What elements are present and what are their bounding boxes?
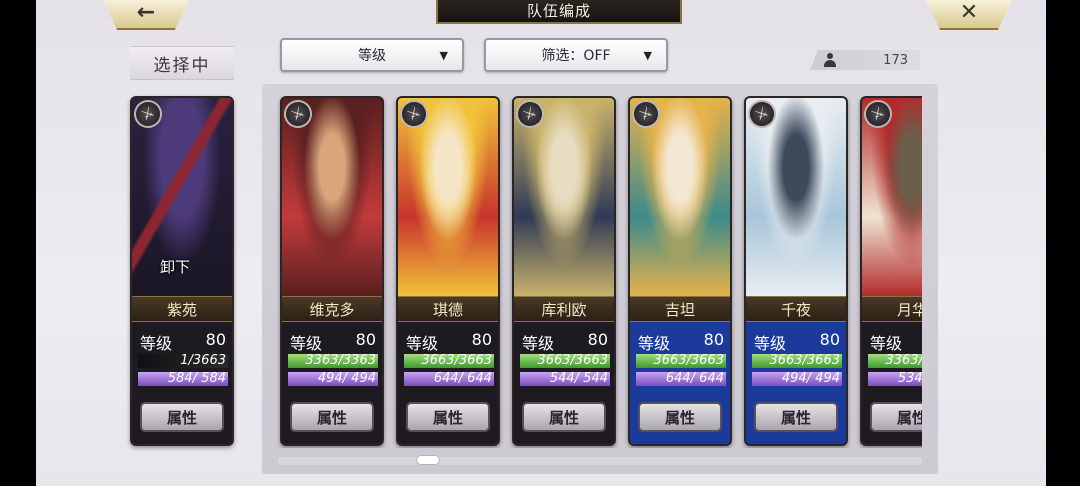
character-name: 吉坦 [630, 296, 730, 322]
selected-character-card[interactable]: ⚔ 卸下 紫苑 等级 80 1/3663 584/ 584 属性 [130, 96, 234, 446]
level-value: 80 [205, 330, 226, 349]
screen-edge-left [0, 0, 36, 486]
attribute-button[interactable]: 属性 [522, 402, 606, 432]
character-portrait [862, 98, 922, 296]
sort-dropdown-value: 等级 [358, 48, 386, 64]
unit-count: 173 [883, 52, 908, 68]
level-value: 80 [471, 330, 492, 349]
level-row: 等级 80 [140, 330, 226, 353]
character-name: 千夜 [746, 296, 846, 322]
level-label: 等级 [522, 334, 555, 353]
level-label: 等级 [140, 334, 173, 353]
top-bar: ← 队伍编成 ✕ [36, 0, 1046, 30]
selecting-label: 选择中 [130, 46, 234, 80]
attribute-button[interactable]: 属性 [870, 402, 922, 432]
character-card[interactable]: ⚔ 吉坦 等级 80 3663/3663 644/ 644 属性 [628, 96, 732, 446]
level-value: 80 [819, 330, 840, 349]
person-icon [824, 53, 836, 67]
attribute-button[interactable]: 属性 [638, 402, 722, 432]
attribute-button[interactable]: 属性 [406, 402, 490, 432]
scroll-thumb[interactable] [416, 455, 440, 465]
attribute-button[interactable]: 属性 [754, 402, 838, 432]
level-value: 80 [587, 330, 608, 349]
character-name: 维克多 [282, 296, 382, 322]
back-arrow-icon: ← [136, 0, 156, 25]
mp-bar: 534/ 534 [868, 372, 922, 386]
attribute-button[interactable]: 属性 [140, 402, 224, 432]
character-stats: 等级 80 3363/3363 494/ 494 属性 [282, 322, 382, 444]
character-list: ⚔ 维克多 等级 80 3363/3363 494/ 494 属性 ⚔ 琪德 等… [276, 96, 922, 448]
horizontal-scrollbar[interactable] [278, 455, 922, 465]
mp-bar: 584/ 584 [138, 372, 228, 386]
level-row: 等级 80 [870, 330, 922, 353]
hp-bar: 3663/3663 [404, 354, 494, 368]
level-row: 等级 80 [638, 330, 724, 353]
character-stats: 等级 80 3663/3663 644/ 644 属性 [398, 322, 498, 444]
character-stats: 等级 80 3663/3663 544/ 544 属性 [514, 322, 614, 444]
character-name: 紫苑 [132, 296, 232, 322]
chevron-down-icon: ▼ [439, 48, 448, 62]
hp-bar: 3363/3363 [288, 354, 378, 368]
close-icon: ✕ [959, 0, 979, 25]
character-name: 琪德 [398, 296, 498, 322]
level-row: 等级 80 [522, 330, 608, 353]
filter-dropdown[interactable]: 筛选：OFF ▼ [484, 38, 668, 72]
character-card[interactable]: ⚔ 千夜 等级 80 3663/3663 494/ 494 属性 [744, 96, 848, 446]
character-stats: 等级 80 3363/3363 534/ 534 属性 [862, 322, 922, 444]
level-label: 等级 [406, 334, 439, 353]
filter-dropdown-value: 筛选：OFF [541, 48, 611, 64]
character-name: 库利欧 [514, 296, 614, 322]
level-label: 等级 [638, 334, 671, 353]
mp-bar: 544/ 544 [520, 372, 610, 386]
mp-bar: 644/ 644 [404, 372, 494, 386]
level-value: 80 [703, 330, 724, 349]
level-label: 等级 [870, 334, 903, 353]
character-stats: 等级 80 1/3663 584/ 584 属性 [132, 322, 232, 444]
level-label: 等级 [290, 334, 323, 353]
character-card[interactable]: ⚔ 月华 等级 80 3363/3363 534/ 534 属性 [860, 96, 922, 446]
screen-edge-right [1046, 0, 1080, 486]
mp-bar: 494/ 494 [752, 372, 842, 386]
chevron-down-icon: ▼ [643, 48, 652, 62]
hp-bar: 1/3663 [138, 354, 228, 368]
level-row: 等级 80 [406, 330, 492, 353]
mp-bar: 494/ 494 [288, 372, 378, 386]
attribute-button[interactable]: 属性 [290, 402, 374, 432]
character-card[interactable]: ⚔ 库利欧 等级 80 3663/3663 544/ 544 属性 [512, 96, 616, 446]
character-card[interactable]: ⚔ 琪德 等级 80 3663/3663 644/ 644 属性 [396, 96, 500, 446]
level-row: 等级 80 [754, 330, 840, 353]
character-name: 月华 [862, 296, 922, 322]
mp-bar: 644/ 644 [636, 372, 726, 386]
level-value: 80 [355, 330, 376, 349]
character-stats: 等级 80 3663/3663 494/ 494 属性 [746, 322, 846, 444]
hp-bar: 3363/3363 [868, 354, 922, 368]
character-card[interactable]: ⚔ 维克多 等级 80 3363/3363 494/ 494 属性 [280, 96, 384, 446]
hp-bar: 3663/3663 [752, 354, 842, 368]
character-stats: 等级 80 3663/3663 644/ 644 属性 [630, 322, 730, 444]
unequip-label[interactable]: 卸下 [160, 256, 190, 277]
page-title: 队伍编成 [436, 0, 682, 24]
hp-bar: 3663/3663 [636, 354, 726, 368]
unit-count-badge: 173 [810, 50, 920, 70]
hp-bar: 3663/3663 [520, 354, 610, 368]
sort-dropdown[interactable]: 等级 ▼ [280, 38, 464, 72]
level-row: 等级 80 [290, 330, 376, 353]
level-label: 等级 [754, 334, 787, 353]
